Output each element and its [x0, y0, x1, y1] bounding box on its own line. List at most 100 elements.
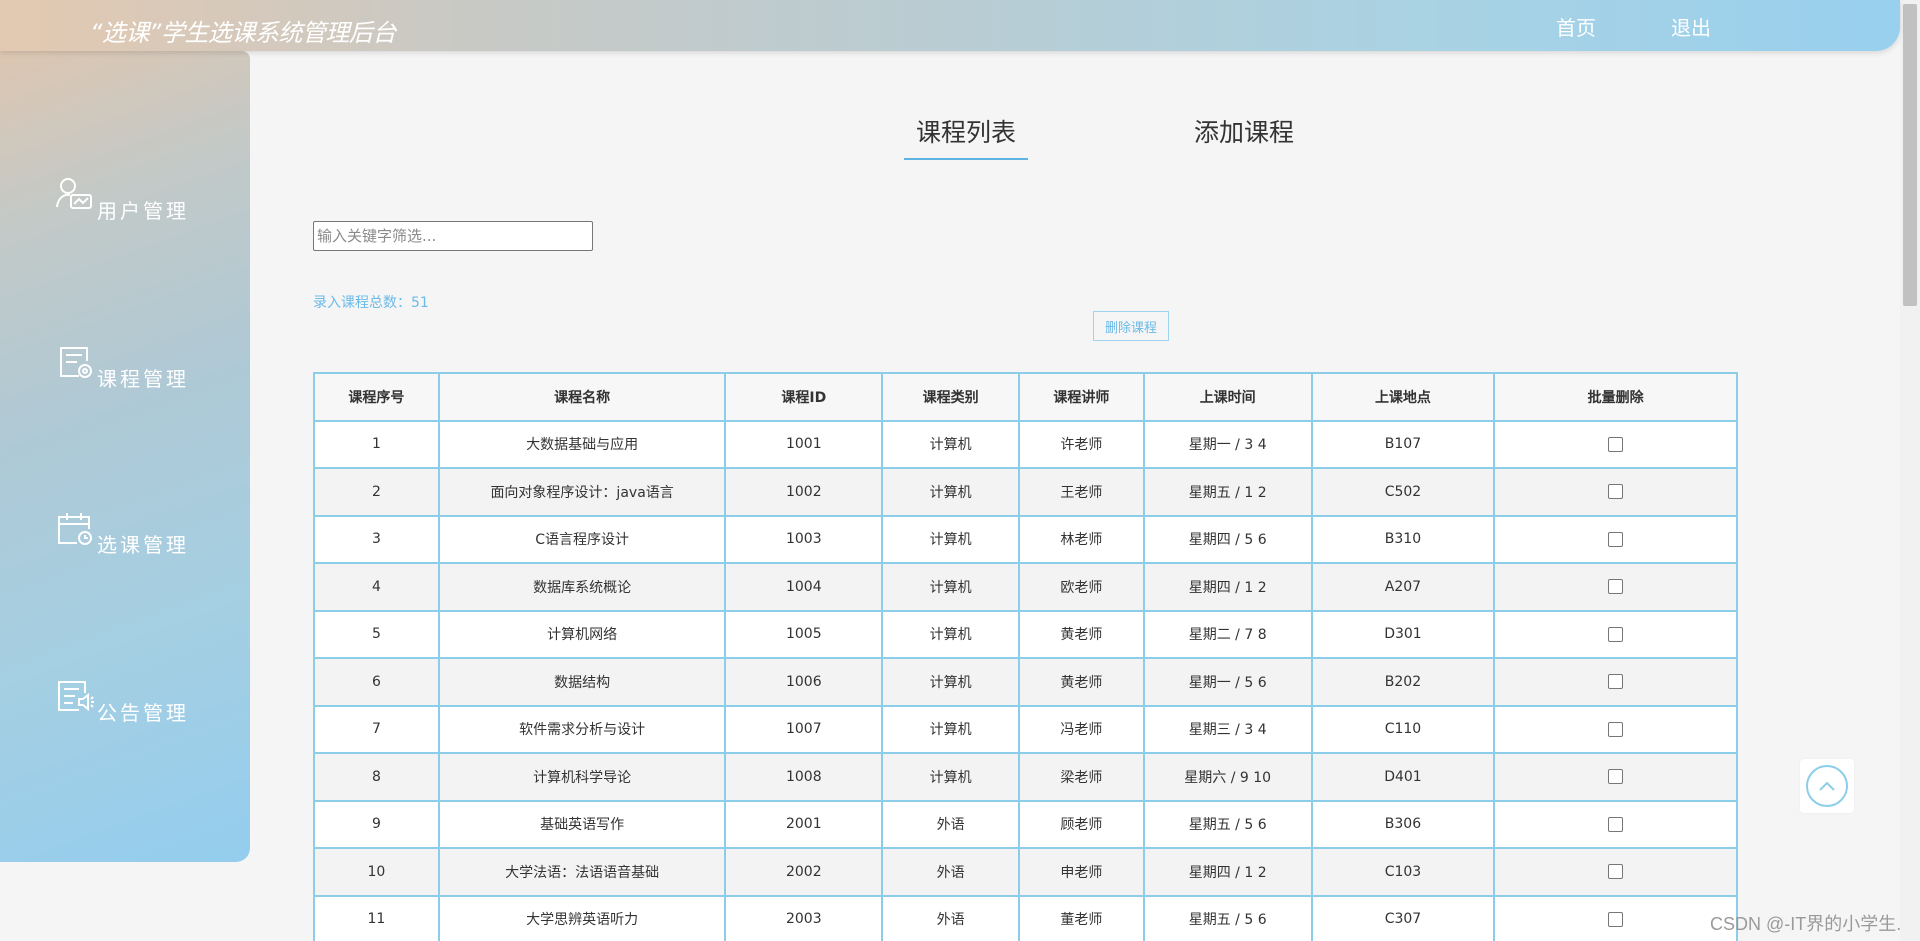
sidebar-item-announcement-management[interactable]: 公告管理: [55, 677, 235, 727]
cell-course-id: 1002: [724, 467, 884, 517]
row-select-checkbox[interactable]: [1608, 674, 1624, 690]
header-course-no: 课程序号: [313, 372, 440, 422]
cell-course-no: 8: [313, 752, 440, 802]
cell-class-location: C307: [1310, 894, 1496, 941]
cell-course-id: 1001: [724, 419, 884, 469]
cell-course-teacher: 王老师: [1018, 467, 1145, 517]
table-row: 10 大学法语：法语语音基础 2002 外语 申老师 星期四 / 1 2 C103: [313, 847, 1738, 897]
cell-batch-delete: [1493, 514, 1738, 564]
cell-course-id: 1005: [724, 609, 884, 659]
course-table-body: 1 大数据基础与应用 1001 计算机 许老师 星期一 / 3 4 B107 2 面向对象程序设…: [313, 419, 1738, 941]
row-select-checkbox[interactable]: [1608, 436, 1624, 452]
cell-course-category: 计算机: [881, 609, 1020, 659]
cell-class-time: 星期一 / 3 4: [1142, 419, 1313, 469]
cell-course-name: 大学思辨英语听力: [437, 894, 727, 941]
table-row: 4 数据库系统概论 1004 计算机 欧老师 星期四 / 1 2 A207: [313, 562, 1738, 612]
cell-class-time: 星期四 / 1 2: [1142, 562, 1313, 612]
cell-class-location: C110: [1310, 704, 1496, 754]
header-class-location: 上课地点: [1310, 372, 1496, 422]
cell-course-name: C语言程序设计: [437, 514, 727, 564]
sidebar-item-user-management[interactable]: 用户管理: [55, 175, 235, 225]
cell-class-time: 星期三 / 3 4: [1142, 704, 1313, 754]
cell-class-time: 星期四 / 1 2: [1142, 847, 1313, 897]
cell-class-location: D401: [1310, 752, 1496, 802]
delete-course-button[interactable]: 删除课程: [1093, 311, 1169, 341]
cell-course-category: 计算机: [881, 562, 1020, 612]
nav-logout-link[interactable]: 退出: [1671, 12, 1711, 41]
row-select-checkbox[interactable]: [1608, 484, 1624, 500]
cell-course-teacher: 黄老师: [1018, 657, 1145, 707]
cell-course-teacher: 梁老师: [1018, 752, 1145, 802]
row-select-checkbox[interactable]: [1608, 579, 1624, 595]
cell-course-category: 计算机: [881, 514, 1020, 564]
row-select-checkbox[interactable]: [1608, 721, 1624, 737]
table-row: 7 软件需求分析与设计 1007 计算机 冯老师 星期三 / 3 4 C110: [313, 704, 1738, 754]
cell-course-id: 1003: [724, 514, 884, 564]
tab-course-list[interactable]: 课程列表: [916, 113, 1016, 149]
tab-add-course[interactable]: 添加课程: [1194, 113, 1294, 149]
table-row: 8 计算机科学导论 1008 计算机 梁老师 星期六 / 9 10 D401: [313, 752, 1738, 802]
watermark-text: CSDN @-IT界的小学生.: [1710, 914, 1902, 934]
cell-course-category: 计算机: [881, 704, 1020, 754]
cell-class-location: B310: [1310, 514, 1496, 564]
sidebar-item-selection-management[interactable]: 选课管理: [55, 509, 235, 559]
cell-course-teacher: 董老师: [1018, 894, 1145, 941]
row-select-checkbox[interactable]: [1608, 816, 1624, 832]
cell-course-name: 软件需求分析与设计: [437, 704, 727, 754]
header-course-name: 课程名称: [437, 372, 727, 422]
page-scrollbar[interactable]: [1900, 0, 1920, 941]
sidebar-item-course-management[interactable]: 课程管理: [55, 343, 235, 393]
cell-class-time: 星期四 / 5 6: [1142, 514, 1313, 564]
header-course-category: 课程类别: [881, 372, 1020, 422]
cell-course-id: 2002: [724, 847, 884, 897]
row-select-checkbox[interactable]: [1608, 531, 1624, 547]
cell-course-category: 计算机: [881, 467, 1020, 517]
table-row: 1 大数据基础与应用 1001 计算机 许老师 星期一 / 3 4 B107: [313, 419, 1738, 469]
cell-course-name: 数据库系统概论: [437, 562, 727, 612]
cell-course-category: 外语: [881, 799, 1020, 849]
row-select-checkbox[interactable]: [1608, 911, 1624, 927]
app-title: “选课”学生选课系统管理后台: [90, 19, 396, 47]
cell-course-teacher: 顾老师: [1018, 799, 1145, 849]
nav-home-link[interactable]: 首页: [1556, 12, 1596, 41]
cell-class-time: 星期五 / 1 2: [1142, 467, 1313, 517]
cell-class-location: B107: [1310, 419, 1496, 469]
cell-class-location: B202: [1310, 657, 1496, 707]
cell-course-name: 大学法语：法语语音基础: [437, 847, 727, 897]
cell-class-time: 星期二 / 7 8: [1142, 609, 1313, 659]
cell-batch-delete: [1493, 467, 1738, 517]
cell-course-teacher: 冯老师: [1018, 704, 1145, 754]
table-row: 5 计算机网络 1005 计算机 黄老师 星期二 / 7 8 D301: [313, 609, 1738, 659]
scrollbar-thumb[interactable]: [1903, 4, 1917, 306]
cell-batch-delete: [1493, 799, 1738, 849]
sidebar-item-label: 选课管理: [97, 533, 189, 557]
table-row: 11 大学思辨英语听力 2003 外语 董老师 星期五 / 5 6 C307: [313, 894, 1738, 941]
row-select-checkbox[interactable]: [1608, 769, 1624, 785]
cell-course-id: 1007: [724, 704, 884, 754]
row-select-checkbox[interactable]: [1608, 864, 1624, 880]
cell-class-location: B306: [1310, 799, 1496, 849]
cell-batch-delete: [1493, 894, 1738, 941]
cell-course-category: 计算机: [881, 419, 1020, 469]
cell-course-no: 11: [313, 894, 440, 941]
cell-batch-delete: [1493, 657, 1738, 707]
cell-class-time: 星期六 / 9 10: [1142, 752, 1313, 802]
header-batch-delete: 批量删除: [1493, 372, 1738, 422]
table-header-row: 课程序号 课程名称 课程ID 课程类别 课程讲师 上课时间 上课地点 批量删除: [313, 372, 1738, 422]
cell-class-location: C103: [1310, 847, 1496, 897]
top-header: “选课”学生选课系统管理后台 首页 退出: [0, 0, 1900, 51]
header-course-teacher: 课程讲师: [1018, 372, 1145, 422]
chevron-up-icon: [1819, 781, 1835, 791]
cell-batch-delete: [1493, 847, 1738, 897]
header-course-id: 课程ID: [724, 372, 884, 422]
table-row: 2 面向对象程序设计：java语言 1002 计算机 王老师 星期五 / 1 2 C502: [313, 467, 1738, 517]
back-to-top-button[interactable]: [1800, 759, 1854, 813]
search-input[interactable]: [313, 221, 593, 251]
course-total-count: 录入课程总数：51: [313, 295, 429, 311]
cell-course-teacher: 林老师: [1018, 514, 1145, 564]
row-select-checkbox[interactable]: [1608, 626, 1624, 642]
sidebar-item-label: 课程管理: [97, 367, 189, 391]
cell-course-teacher: 欧老师: [1018, 562, 1145, 612]
cell-batch-delete: [1493, 609, 1738, 659]
active-tab-indicator: [904, 158, 1028, 160]
